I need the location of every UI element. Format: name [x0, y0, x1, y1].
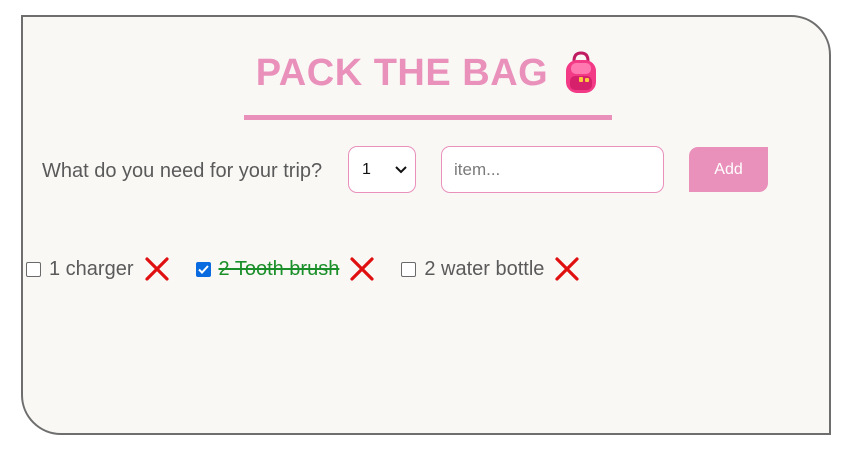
page-title-text: PACK THE BAG	[255, 52, 549, 94]
add-button[interactable]: Add	[689, 147, 768, 192]
item-label: 2 Tooth brush	[218, 258, 340, 280]
item-checkbox[interactable]	[26, 261, 41, 277]
header: PACK THE BAG	[244, 47, 612, 120]
trip-question-label: What do you need for your trip?	[42, 160, 323, 182]
page-title: PACK THE BAG	[256, 49, 600, 97]
item-label: 1 charger	[49, 258, 134, 280]
item-checkbox[interactable]	[195, 261, 211, 277]
app-card: PACK THE BAG	[21, 15, 831, 435]
item-label: 2 water bottle	[424, 258, 545, 280]
delete-icon[interactable]	[349, 256, 375, 282]
chevron-down-icon	[395, 165, 407, 173]
item-checkbox[interactable]	[401, 261, 417, 277]
item-input[interactable]	[441, 146, 664, 193]
packing-list: 1 charger 2 Tooth brush 2 water bottle	[26, 256, 606, 282]
checkmark-icon	[197, 264, 209, 274]
delete-icon[interactable]	[554, 256, 580, 282]
list-item: 2 Tooth brush	[195, 256, 376, 282]
list-item: 1 charger	[26, 256, 170, 282]
quantity-select-value: 1	[362, 160, 371, 178]
list-item: 2 water bottle	[401, 256, 580, 282]
quantity-select[interactable]: 1	[348, 146, 416, 193]
backpack-icon	[566, 51, 597, 93]
delete-icon[interactable]	[144, 256, 170, 282]
